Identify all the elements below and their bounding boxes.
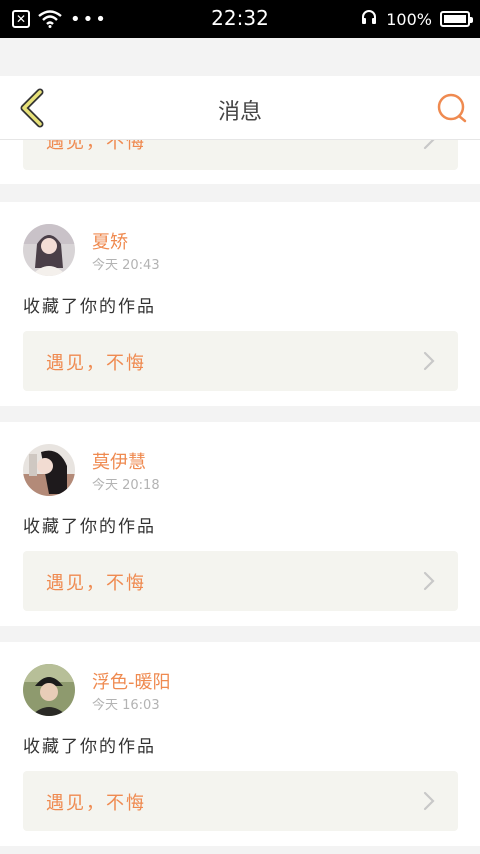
headphones-icon: [360, 8, 378, 30]
username[interactable]: 莫伊慧: [92, 448, 146, 474]
work-link[interactable]: 遇见，不悔: [23, 331, 458, 391]
work-title: 遇见，不悔: [46, 140, 146, 153]
chevron-right-icon: [423, 791, 435, 811]
timestamp: 今天 16:03: [92, 698, 160, 713]
message-card-partial: 遇见，不悔: [0, 140, 480, 184]
timestamp: 今天 20:43: [92, 258, 160, 273]
status-right-icons: 100%: [360, 8, 473, 30]
work-link-partial[interactable]: 遇见，不悔: [23, 140, 458, 170]
username[interactable]: 浮色-暖阳: [92, 668, 171, 694]
status-bar: ✕ ••• 22:32 100%: [0, 0, 480, 38]
chevron-right-icon: [423, 571, 435, 591]
work-title: 遇见，不悔: [46, 573, 146, 594]
message-list[interactable]: 遇见，不悔 夏矫 今天 20:43 收藏了你的作品 遇见，不悔 莫伊慧 今天 2…: [0, 140, 480, 854]
chevron-right-icon: [423, 351, 435, 371]
avatar[interactable]: [23, 444, 75, 496]
avatar[interactable]: [23, 224, 75, 276]
timestamp: 今天 20:18: [92, 478, 160, 493]
message-card: 夏矫 今天 20:43 收藏了你的作品 遇见，不悔: [0, 202, 480, 406]
app-header: 消息: [0, 76, 480, 140]
username[interactable]: 夏矫: [92, 228, 128, 254]
chevron-right-icon: [423, 140, 435, 150]
battery-fill: [444, 15, 466, 23]
work-title: 遇见，不悔: [46, 353, 146, 374]
search-icon: [437, 93, 467, 123]
message-card: 莫伊慧 今天 20:18 收藏了你的作品 遇见，不悔: [0, 422, 480, 626]
search-button[interactable]: [434, 90, 470, 126]
work-title: 遇见，不悔: [46, 793, 146, 814]
avatar[interactable]: [23, 664, 75, 716]
action-text: 收藏了你的作品: [23, 517, 156, 537]
battery-icon: [440, 11, 473, 27]
work-link[interactable]: 遇见，不悔: [23, 551, 458, 611]
message-card: 浮色-暖阳 今天 16:03 收藏了你的作品 遇见，不悔: [0, 642, 480, 846]
page-title: 消息: [217, 100, 262, 125]
action-text: 收藏了你的作品: [23, 737, 156, 757]
battery-percent: 100%: [386, 9, 432, 29]
action-text: 收藏了你的作品: [23, 297, 156, 317]
work-link[interactable]: 遇见，不悔: [23, 771, 458, 831]
